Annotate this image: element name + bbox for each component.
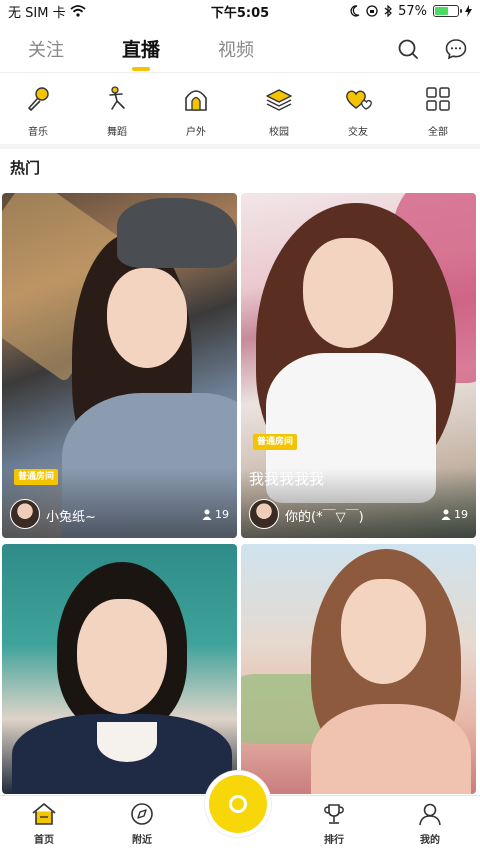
books-icon <box>266 89 292 111</box>
go-live-button[interactable] <box>205 771 271 837</box>
avatar[interactable] <box>10 499 40 529</box>
host-name: 你的(*￣▽￣) <box>285 510 364 525</box>
streamer-cap <box>117 198 237 268</box>
status-left: 无 SIM 卡 <box>8 2 178 21</box>
nav-divider <box>0 72 480 73</box>
streamer-face <box>77 599 167 714</box>
host-name: 小兔纸~ <box>46 510 96 525</box>
room-badge: 普通房间 <box>14 469 59 485</box>
tab-video[interactable]: 视频 <box>218 36 254 62</box>
grid-icon <box>426 87 450 111</box>
category-outdoor[interactable]: 户外 <box>166 80 226 138</box>
tent-icon <box>185 90 207 111</box>
tab-ranking-label: 排行 <box>324 835 344 846</box>
stream-card[interactable]: 普通房间 小兔纸~ 19 <box>2 193 237 538</box>
tab-home[interactable]: 首页 <box>14 802 74 846</box>
streamer-face <box>341 579 426 684</box>
active-tab-indicator <box>132 67 150 71</box>
trophy-icon <box>324 804 344 824</box>
compass-icon <box>131 803 153 825</box>
status-right: 57% <box>302 4 472 19</box>
viewer-count: 19 <box>202 508 229 521</box>
search-icon[interactable] <box>396 37 420 61</box>
category-music[interactable]: 音乐 <box>8 80 68 138</box>
microphone-icon <box>28 87 49 111</box>
tab-video-label: 视频 <box>218 40 254 61</box>
camera-icon <box>229 795 247 813</box>
go-live-disc <box>209 775 267 833</box>
tab-follow[interactable]: 关注 <box>28 36 64 62</box>
tab-home-label: 首页 <box>34 835 54 846</box>
tab-live-label: 直播 <box>122 39 161 61</box>
category-dance[interactable]: 舞蹈 <box>87 80 147 138</box>
category-campus[interactable]: 校园 <box>249 80 309 138</box>
streamer-body <box>311 704 471 794</box>
tab-live[interactable]: 直播 <box>122 35 161 71</box>
top-nav: 关注 直播 视频 <box>0 22 480 72</box>
clock: 下午5:05 <box>210 5 270 21</box>
dancer-icon <box>109 86 125 110</box>
battery-icon <box>433 5 462 17</box>
avatar[interactable] <box>249 499 279 529</box>
stream-card[interactable] <box>2 544 237 794</box>
category-all-label: 全部 <box>428 127 448 138</box>
hearts-icon <box>346 90 372 110</box>
tab-nearby[interactable]: 附近 <box>112 802 172 846</box>
tab-follow-label: 关注 <box>28 40 64 61</box>
battery-percent: 57% <box>398 3 427 19</box>
person-icon <box>202 509 212 520</box>
moon-icon <box>350 5 360 17</box>
category-music-label: 音乐 <box>28 127 48 138</box>
bluetooth-icon <box>384 5 392 17</box>
room-badge: 普通房间 <box>253 434 298 450</box>
message-icon[interactable] <box>444 37 468 61</box>
stream-card[interactable]: 普通房间 我我我我我 你的(*￣▽￣) 19 <box>241 193 476 538</box>
streamer-face <box>107 268 187 368</box>
category-divider <box>0 144 480 149</box>
category-all[interactable]: 全部 <box>408 80 468 138</box>
profile-icon <box>419 803 441 826</box>
viewer-count: 19 <box>441 508 468 521</box>
person-icon <box>441 509 451 520</box>
category-dance-label: 舞蹈 <box>107 127 127 138</box>
tab-me[interactable]: 我的 <box>400 802 460 846</box>
category-row: 音乐 舞蹈 户外 校园 交友 全部 <box>0 80 480 142</box>
home-icon <box>32 803 56 825</box>
carrier-label: 无 SIM 卡 <box>8 5 66 21</box>
viewer-count-value: 19 <box>454 508 468 521</box>
tab-me-label: 我的 <box>420 835 440 846</box>
battery-level <box>435 7 448 15</box>
wifi-icon <box>69 5 86 17</box>
viewer-count-value: 19 <box>215 508 229 521</box>
category-friends[interactable]: 交友 <box>328 80 388 138</box>
stream-card[interactable] <box>241 544 476 794</box>
section-title: 热门 <box>10 159 41 177</box>
stream-title: 我我我我我 <box>249 470 325 488</box>
tab-ranking[interactable]: 排行 <box>304 802 364 846</box>
streamer-face <box>303 238 393 348</box>
uniform-collar <box>97 722 157 762</box>
tab-nearby-label: 附近 <box>132 835 152 846</box>
status-bar: 无 SIM 卡 下午5:05 57% <box>0 0 480 22</box>
category-campus-label: 校园 <box>269 127 289 138</box>
charging-icon <box>465 5 472 17</box>
category-friends-label: 交友 <box>348 127 368 138</box>
lock-rotation-icon <box>366 5 378 17</box>
category-outdoor-label: 户外 <box>186 127 206 138</box>
